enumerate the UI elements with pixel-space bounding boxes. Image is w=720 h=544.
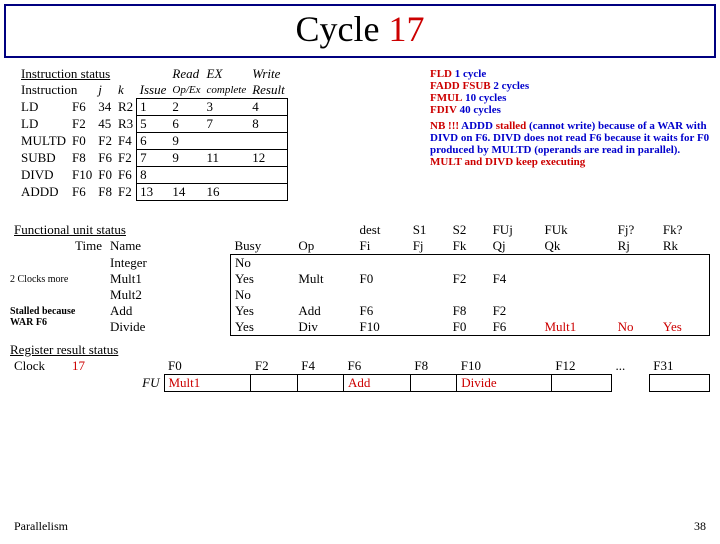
instruction-row: SUBDF8F6F2 7 9 11 12 [18, 150, 288, 167]
stalled-line2: WAR F6 [10, 317, 75, 328]
nb-body: ADDD stalled (cannot write) because of a… [430, 120, 709, 156]
fu-row: Mult1 Yes Mult F0 F2 F4 [10, 271, 710, 287]
fu-status-table: Functional unit status dest S1 S2 FUj FU… [10, 222, 710, 336]
footer-left: Parallelism [14, 519, 68, 534]
side-notes: FLD 1 cycleFADD FSUB 2 cyclesFMUL 10 cyc… [430, 68, 710, 168]
fu-row: Integer No [10, 255, 710, 272]
reg-f4: F4 [297, 358, 343, 375]
instruction-status-block: Instruction status Read EX Write Instruc… [18, 66, 368, 201]
fu-f12 [551, 375, 611, 392]
fu-hdr-op: Op [294, 238, 355, 255]
fu-hdr-fjq: Fj? [614, 222, 659, 238]
fu-time-label: Time [10, 238, 106, 255]
title-text: Cycle [296, 9, 389, 49]
fu-row: Divide Yes Div F10 F0 F6 Mult1 No Yes [10, 319, 710, 336]
hdr-k: k [115, 82, 137, 99]
fu-sub-fk: Fk [449, 238, 489, 255]
reg-status-block: Register result status Clock 17 F0 F2 F4… [10, 342, 710, 392]
reg-status-table: Clock 17 F0 F2 F4 F6 F8 F10 F12 ... F31 … [10, 358, 710, 392]
latency-line: FMUL 10 cycles [430, 92, 710, 104]
fu-f4 [297, 375, 343, 392]
reg-f31: F31 [649, 358, 709, 375]
fu-status-label: Functional unit status [10, 222, 230, 238]
fu-hdr-fuk: FUk [540, 222, 613, 238]
instruction-row: DIVDF10F0F6 8 [18, 167, 288, 184]
fu-row-label: FU [116, 375, 164, 392]
fu-hdr-dest: dest [356, 222, 409, 238]
hdr-ex: EX [204, 66, 250, 82]
instruction-row: LDF634R2 1 2 3 4 [18, 99, 288, 116]
latency-line: FDIV 40 cycles [430, 104, 710, 116]
fu-dots [611, 375, 649, 392]
fu-hdr-s1: S1 [409, 222, 449, 238]
fu-status-block: Functional unit status dest S1 S2 FUj FU… [10, 222, 710, 392]
fu-f10: Divide [457, 375, 552, 392]
nb-prefix: NB !!! [430, 120, 461, 132]
title-box: Cycle 17 [4, 4, 716, 58]
fu-sub-rj: Rj [614, 238, 659, 255]
reg-f10: F10 [457, 358, 552, 375]
instruction-status-table: Instruction status Read EX Write Instruc… [18, 66, 288, 201]
content-area: Instruction status Read EX Write Instruc… [0, 62, 720, 70]
nb-note: NB !!! ADDD stalled (cannot write) becau… [430, 120, 710, 168]
fu-hdr-busy: Busy [230, 238, 294, 255]
title-cycle-num: 17 [388, 9, 424, 49]
reg-status-label: Register result status [10, 342, 118, 357]
latency-line: FADD FSUB 2 cycles [430, 80, 710, 92]
hdr-complete: complete [204, 82, 250, 99]
hdr-j: j [95, 82, 115, 99]
fu-row: Mult2 No [10, 287, 710, 303]
page-title: Cycle 17 [296, 9, 425, 49]
reg-f12: F12 [551, 358, 611, 375]
fu-sub-fi: Fi [356, 238, 409, 255]
fu-sub-qk: Qk [540, 238, 613, 255]
hdr-instruction: Instruction [18, 82, 95, 99]
footer-right: 38 [694, 519, 706, 534]
reg-f2: F2 [251, 358, 297, 375]
hdr-write: Write [249, 66, 288, 82]
instruction-status-label: Instruction status [18, 66, 137, 82]
fu-f2 [251, 375, 297, 392]
hdr-issue: Issue [137, 82, 170, 99]
hdr-opex: Op/Ex [169, 82, 203, 99]
fu-hdr-fuj: FUj [489, 222, 541, 238]
reg-dots: ... [611, 358, 649, 375]
reg-f6: F6 [344, 358, 411, 375]
reg-f8: F8 [410, 358, 456, 375]
nb-line2: MULT and DIVD keep executing [430, 156, 710, 168]
clock-label: Clock [10, 358, 68, 375]
fu-sub-fj: Fj [409, 238, 449, 255]
fu-hdr-s2: S2 [449, 222, 489, 238]
fu-f0: Mult1 [164, 375, 251, 392]
hdr-result: Result [249, 82, 288, 99]
fu-row: Add Yes Add F6 F8 F2 [10, 303, 710, 319]
latency-line: FLD 1 cycle [430, 68, 710, 80]
instruction-row: ADDDF6F8F2 13 14 16 [18, 184, 288, 201]
fu-f6: Add [344, 375, 411, 392]
fu-hdr-fkq: Fk? [659, 222, 710, 238]
clock-val: 17 [68, 358, 116, 375]
stalled-note: Stalled because WAR F6 [10, 306, 75, 328]
hdr-read: Read [169, 66, 203, 82]
instruction-row: MULTDF0F2F4 6 9 [18, 133, 288, 150]
fu-sub-qj: Qj [489, 238, 541, 255]
instruction-row: LDF245R3 5 6 7 8 [18, 116, 288, 133]
stalled-line1: Stalled because [10, 306, 75, 317]
fu-name-label: Name [106, 238, 230, 255]
fu-f31 [649, 375, 709, 392]
latency-list: FLD 1 cycleFADD FSUB 2 cyclesFMUL 10 cyc… [430, 68, 710, 116]
fu-sub-rk: Rk [659, 238, 710, 255]
reg-f0: F0 [164, 358, 251, 375]
fu-f8 [410, 375, 456, 392]
clocks-more-note: 2 Clocks more [10, 274, 68, 285]
